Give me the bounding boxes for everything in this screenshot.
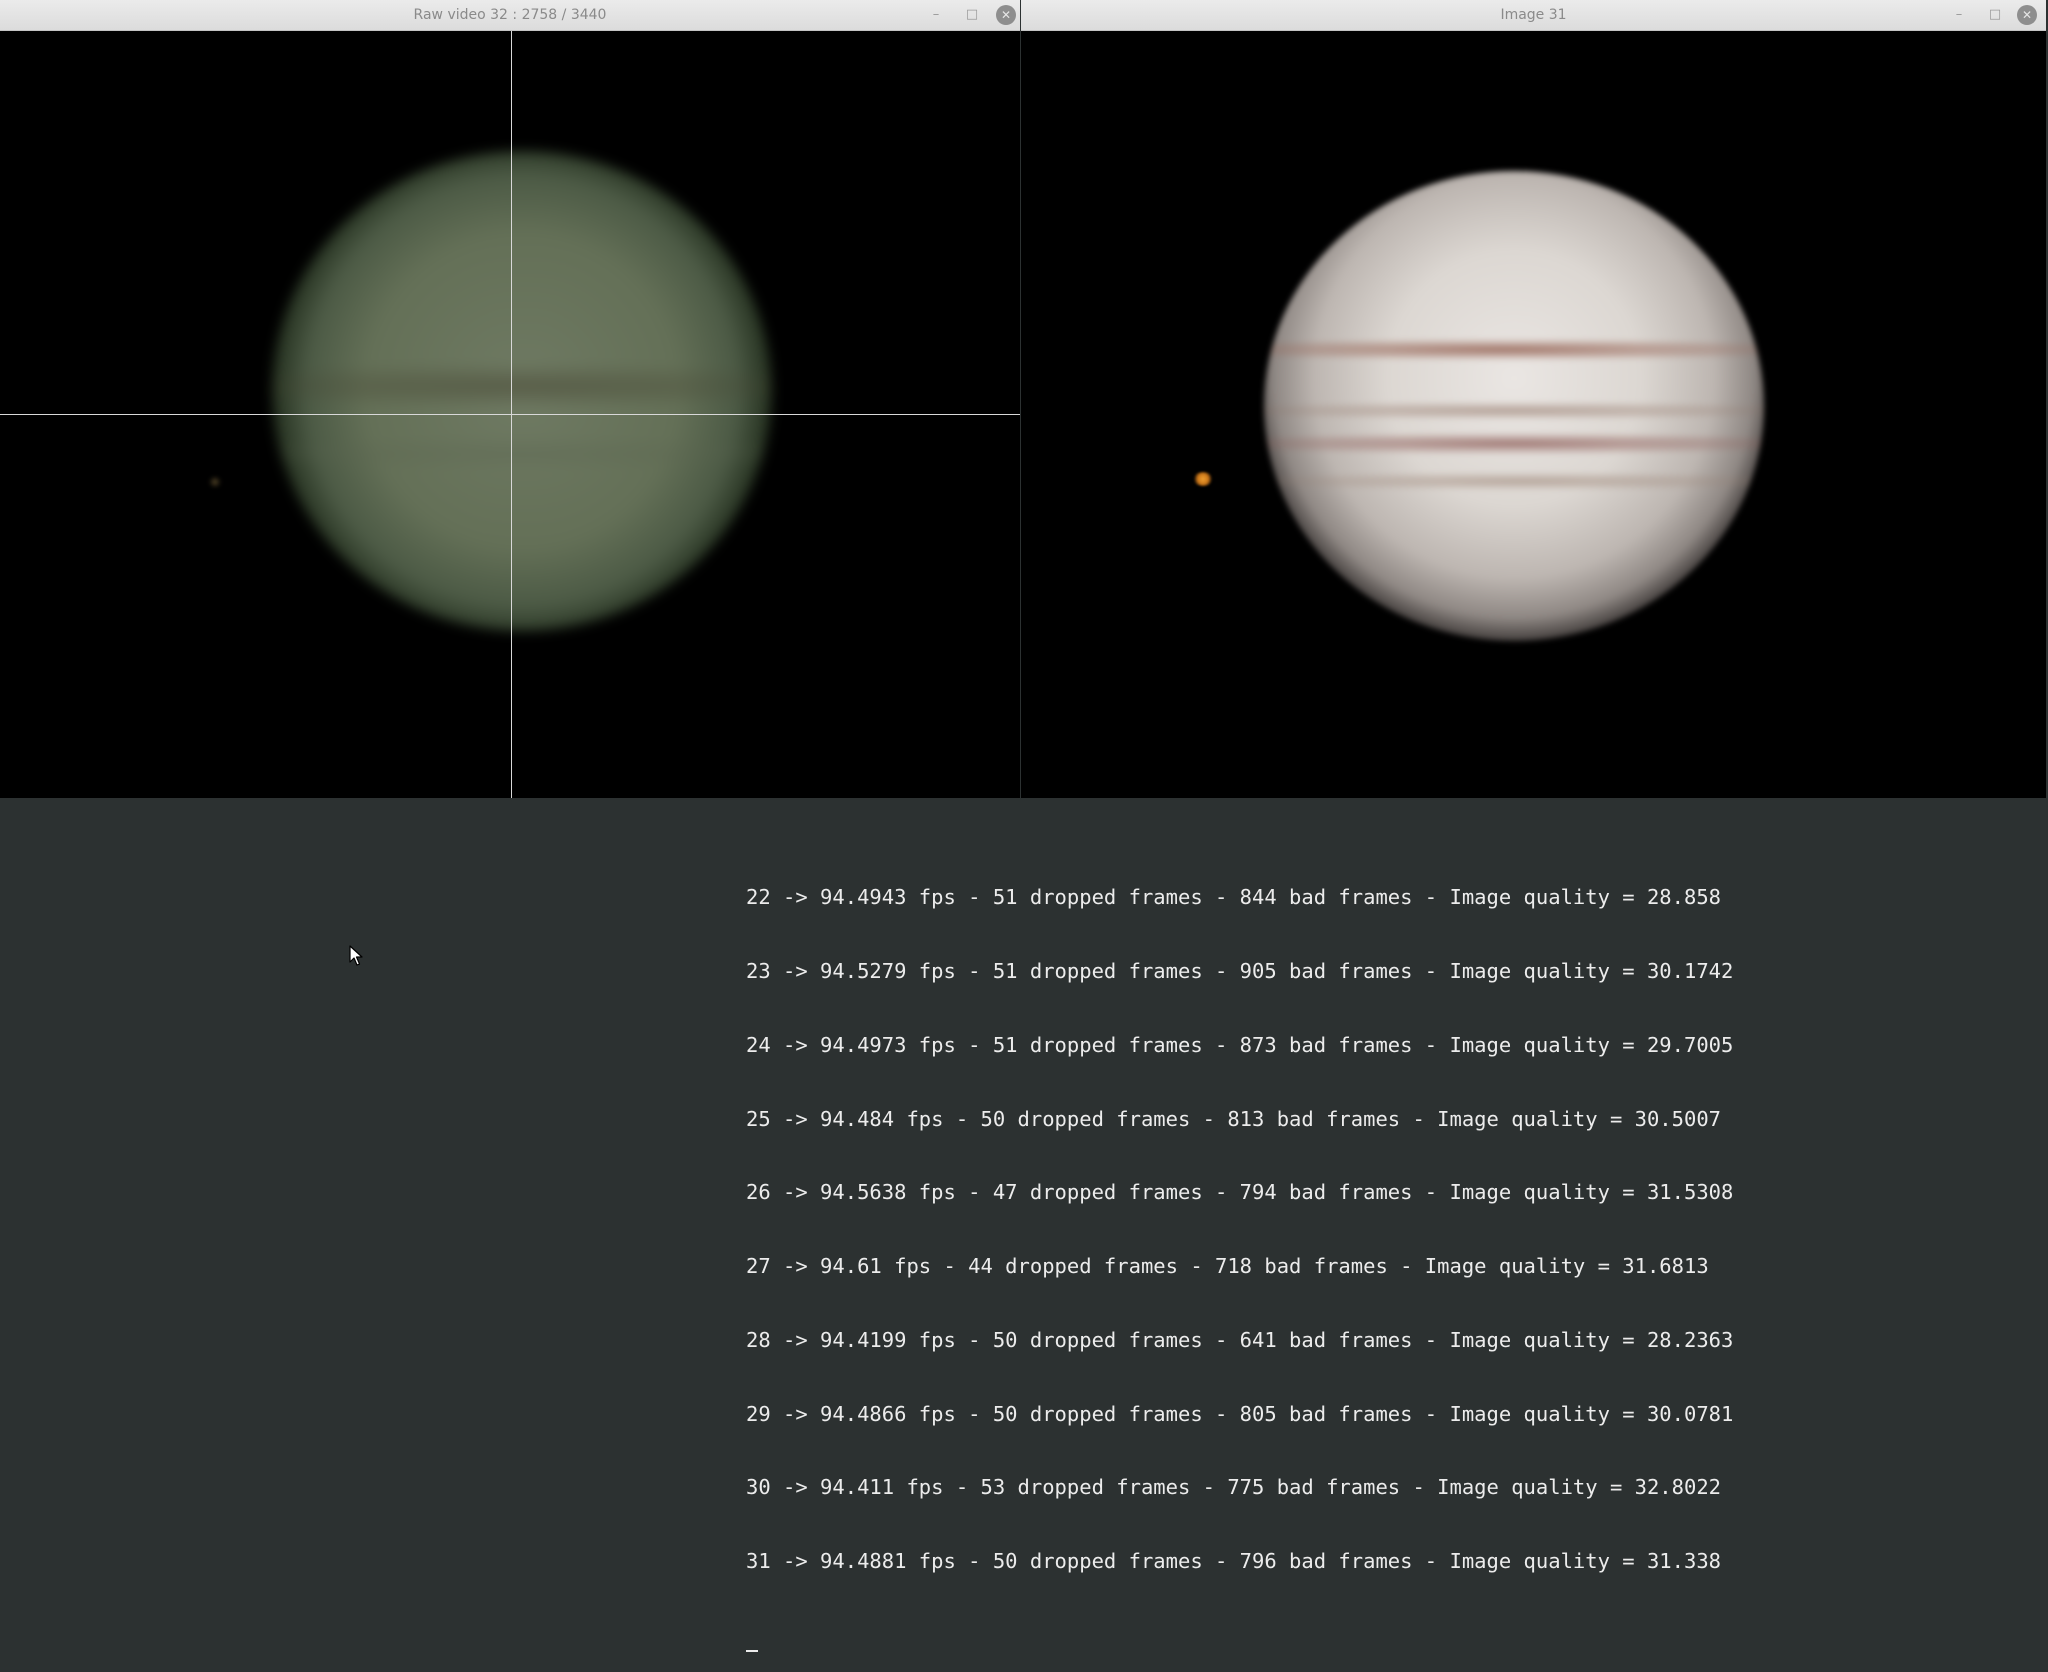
- raw-video-title: Raw video 32 : 2758 / 3440: [413, 7, 607, 23]
- crosshair-horizontal: [0, 414, 1020, 415]
- console-line: 22 -> 94.4943 fps - 51 dropped frames - …: [746, 885, 1722, 910]
- terminal-cursor-line[interactable]: [746, 1623, 1733, 1652]
- console-line: 25 -> 94.484 fps - 50 dropped frames - 8…: [746, 1106, 1722, 1131]
- console-line: 28 -> 94.4199 fps - 50 dropped frames - …: [746, 1327, 1734, 1352]
- console-line: 30 -> 94.411 fps - 53 dropped frames - 7…: [746, 1475, 1722, 1500]
- mouse-pointer-icon: [349, 945, 363, 966]
- console-line: 31 -> 94.4881 fps - 50 dropped frames - …: [746, 1549, 1722, 1574]
- stacked-moon-image: [1193, 472, 1213, 486]
- console-line: 26 -> 94.5638 fps - 47 dropped frames - …: [746, 1180, 1734, 1205]
- raw-planet-image: [272, 151, 772, 631]
- close-icon[interactable]: ✕: [2017, 5, 2037, 25]
- stacked-image-titlebar[interactable]: Image 31 – □ ✕: [1021, 0, 2046, 31]
- console-line: 24 -> 94.4973 fps - 51 dropped frames - …: [746, 1032, 1734, 1057]
- raw-video-titlebar[interactable]: Raw video 32 : 2758 / 3440 – □ ✕: [0, 0, 1020, 31]
- maximize-icon[interactable]: □: [963, 6, 981, 24]
- raw-video-window[interactable]: Raw video 32 : 2758 / 3440 – □ ✕: [0, 0, 1020, 798]
- minimize-icon[interactable]: –: [927, 6, 945, 24]
- terminal-output: 22 -> 94.4943 fps - 51 dropped frames - …: [746, 836, 1733, 1672]
- stacked-image-viewport[interactable]: [1021, 31, 2046, 798]
- crosshair-vertical: [511, 31, 512, 798]
- raw-moon-image: [208, 477, 222, 487]
- console-line: 23 -> 94.5279 fps - 51 dropped frames - …: [746, 958, 1734, 983]
- console-line: 27 -> 94.61 fps - 44 dropped frames - 71…: [746, 1254, 1709, 1279]
- console-line: 29 -> 94.4866 fps - 50 dropped frames - …: [746, 1401, 1734, 1426]
- stacked-planet-image: [1264, 171, 1764, 641]
- terminal-cursor: [746, 1650, 758, 1652]
- raw-video-viewport[interactable]: [0, 31, 1020, 798]
- maximize-icon[interactable]: □: [1986, 6, 2004, 24]
- stacked-image-window[interactable]: Image 31 – □ ✕: [1021, 0, 2046, 798]
- stacked-image-title: Image 31: [1500, 7, 1567, 23]
- minimize-icon[interactable]: –: [1950, 6, 1968, 24]
- close-icon[interactable]: ✕: [996, 5, 1016, 25]
